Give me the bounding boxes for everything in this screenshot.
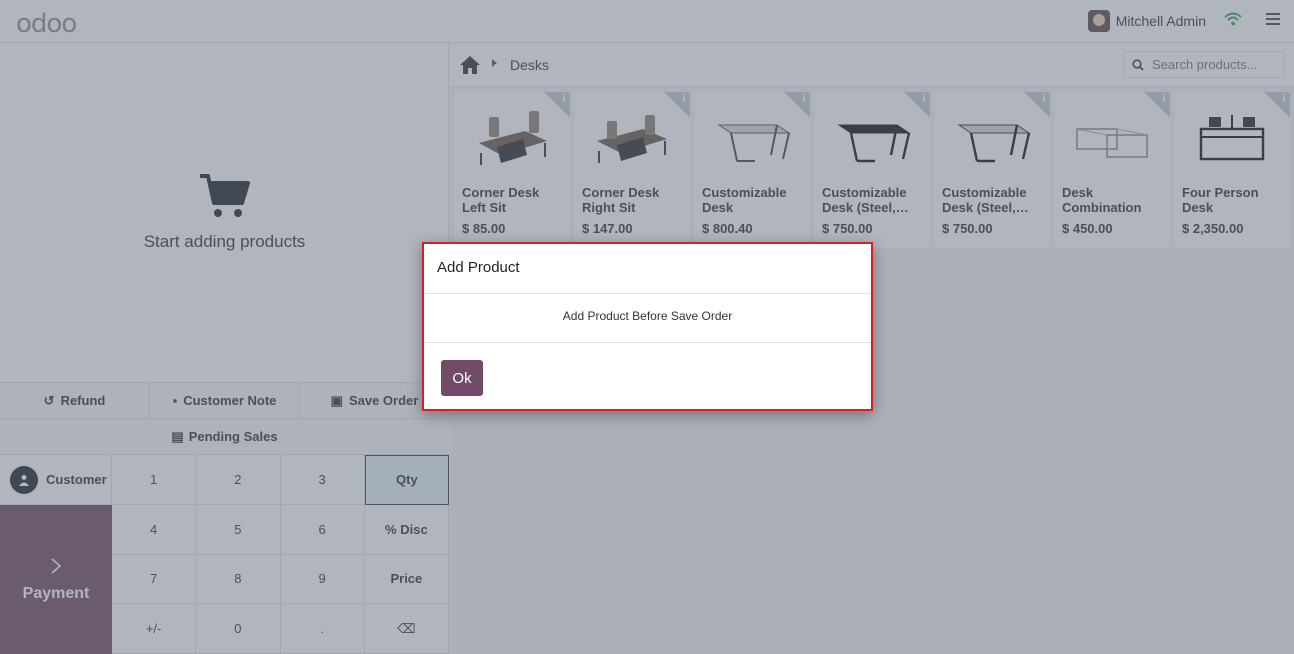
dialog-message: Add Product Before Save Order: [562, 309, 733, 323]
dialog-title: Add Product: [437, 259, 520, 276]
ok-button[interactable]: Ok: [441, 360, 483, 396]
add-product-dialog: Add Product Add Product Before Save Orde…: [422, 242, 873, 411]
divider: [424, 342, 871, 343]
divider: [424, 293, 871, 294]
